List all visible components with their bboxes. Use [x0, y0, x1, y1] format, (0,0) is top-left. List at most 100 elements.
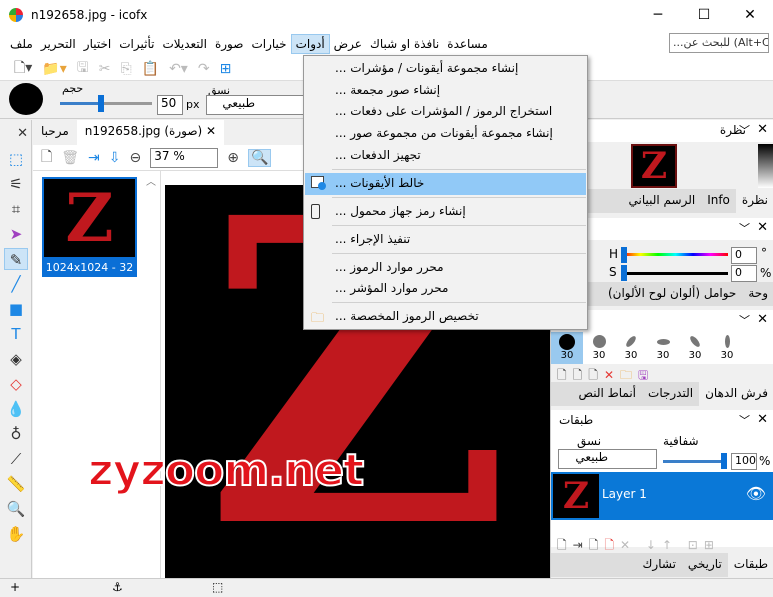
menu-help[interactable]: مساعدة — [443, 35, 492, 53]
eye-icon[interactable]: 👁 — [746, 484, 766, 503]
menu-item-run-action[interactable]: تنفيذ الإجراء ... — [305, 229, 586, 251]
close-icon[interactable]: ✕ — [757, 220, 768, 235]
chevron-down-icon[interactable]: ﹀ — [739, 220, 750, 236]
undo-icon[interactable]: ↶▾ — [169, 61, 188, 77]
hand-icon[interactable]: ✋ — [4, 523, 28, 545]
hue-slider[interactable] — [623, 253, 728, 256]
tab-layers[interactable]: طبقات — [727, 553, 773, 577]
menu-file[interactable]: ملف — [6, 35, 37, 53]
opacity-thumb[interactable] — [721, 453, 727, 469]
menu-item-icon-mixer[interactable]: خالط الأيقونات ... — [305, 173, 586, 195]
menu-window[interactable]: نافذة او شباك — [366, 35, 443, 53]
rectangle-icon[interactable]: ■ — [4, 298, 28, 320]
burn-icon[interactable]: ♁ — [4, 423, 28, 445]
saturation-input[interactable]: 0 — [731, 265, 757, 282]
cut-icon[interactable]: ✂ — [99, 61, 111, 77]
menu-view[interactable]: عرض — [330, 35, 366, 53]
hue-thumb[interactable] — [621, 247, 627, 263]
menu-item-mobile-icon[interactable]: إنشاء رمز جهاز محمول ... — [305, 201, 586, 223]
opacity-input[interactable]: 100 — [731, 453, 757, 470]
magic-wand-icon[interactable]: ⚟ — [4, 173, 28, 195]
hue-input[interactable]: 0 — [731, 247, 757, 264]
tab-gradients[interactable]: التدرجات — [642, 382, 699, 406]
tab-text-styles[interactable]: أنماط النص — [573, 382, 643, 406]
tab-palettes[interactable]: حوامل (ألوان لوح الألوان) — [602, 282, 742, 306]
rect-select-icon[interactable]: ⬚ — [4, 148, 28, 170]
tab-document[interactable]: n192658.jpg (صورة) ✕ — [76, 120, 225, 145]
layer-blend-select[interactable]: طبيعي — [558, 449, 657, 469]
fill-icon[interactable]: ◈ — [4, 348, 28, 370]
save-icon[interactable]: 🖫 — [77, 57, 89, 81]
menu-item-customize-icons[interactable]: 🗀 تخصيص الرموز المخصصة ... — [305, 306, 586, 328]
new-image-icon[interactable]: 🗋 — [41, 146, 52, 170]
tab-histogram[interactable]: الرسم البياني — [622, 189, 701, 213]
tab-brushes[interactable]: فرش الدهان — [699, 382, 773, 406]
add-icon[interactable]: + — [10, 580, 20, 594]
menu-item-create-icon-set[interactable]: إنشاء مجموعة أيقونات / مؤشرات ... — [305, 58, 586, 80]
menu-effects[interactable]: تأثيرات — [115, 35, 158, 53]
brush-item[interactable]: 30 — [711, 332, 743, 364]
move-icon[interactable]: ➤ — [4, 223, 28, 245]
close-button[interactable]: ✕ — [727, 0, 773, 30]
layer-row[interactable]: Z Layer 1 👁 — [551, 472, 773, 520]
scroll-up-icon[interactable]: ︿ — [146, 173, 156, 188]
tab-share[interactable]: تشارك — [637, 553, 682, 577]
brush-item[interactable]: 30 — [583, 332, 615, 364]
thumbnail-image[interactable]: Z — [42, 177, 137, 259]
ruler-icon[interactable]: 📏 — [4, 473, 28, 495]
menu-item-icon-resource-editor[interactable]: محرر موارد الرموز ... — [305, 257, 586, 279]
brush-item[interactable]: 30 — [615, 332, 647, 364]
tab-welcome[interactable]: مرحبا — [33, 120, 77, 145]
menu-tools[interactable]: أدوات — [290, 33, 330, 54]
size-slider[interactable] — [60, 95, 152, 112]
blend-select[interactable]: طبيعي — [206, 95, 306, 115]
close-tab-icon[interactable]: ✕ — [206, 124, 216, 138]
search-input[interactable]: ...للبحث عن (Alt+C — [669, 33, 769, 53]
tab-history[interactable]: تاريخي — [682, 553, 728, 577]
zoom-tool-icon[interactable]: 🔍 — [247, 148, 272, 167]
new-file-icon[interactable]: 🗋▾ — [14, 57, 32, 81]
menu-image[interactable]: صورة — [211, 35, 247, 53]
close-icon[interactable]: ✕ — [757, 122, 768, 137]
delete-image-icon[interactable]: 🗑 — [61, 150, 79, 166]
close-icon[interactable]: ✕ — [757, 412, 768, 427]
slider-thumb[interactable] — [98, 95, 104, 112]
brush-item[interactable]: 30 — [551, 332, 583, 364]
maximize-button[interactable]: ☐ — [681, 0, 727, 30]
zoom-icon[interactable]: 🔍 — [4, 498, 28, 520]
close-toolbox-icon[interactable]: ✕ — [4, 123, 28, 145]
minimize-button[interactable]: ─ — [635, 0, 681, 30]
redo-icon[interactable]: ↷ — [198, 61, 210, 77]
line-icon[interactable]: ╱ — [4, 273, 28, 295]
menu-item-cursor-resource-editor[interactable]: محرر موارد المؤشر ... — [305, 278, 586, 300]
menu-edit[interactable]: التحرير — [37, 35, 80, 53]
opacity-slider[interactable] — [663, 460, 723, 463]
copy-icon[interactable]: ⎘ — [120, 61, 131, 77]
menu-select[interactable]: اختيار — [80, 35, 115, 53]
brush-icon[interactable]: ✎ — [4, 248, 28, 270]
chevron-down-icon[interactable]: ﹀ — [739, 412, 750, 428]
navigator-preview[interactable]: Z — [631, 144, 677, 188]
text-icon[interactable]: T — [4, 323, 28, 345]
menu-options[interactable]: خيارات — [247, 35, 290, 53]
eraser-icon[interactable]: ◇ — [4, 373, 28, 395]
zoom-out-icon[interactable]: ⊖ — [130, 150, 142, 166]
blur-icon[interactable]: 💧 — [4, 398, 28, 420]
open-folder-icon[interactable]: 📁▾ — [42, 61, 66, 77]
tab-navigator[interactable]: نظرة — [735, 189, 773, 213]
chevron-down-icon[interactable]: ﹀ — [739, 122, 750, 138]
menu-item-batch-extract[interactable]: استخراج الرموز / المؤشرات على دفعات ... — [305, 101, 586, 123]
menu-adjustments[interactable]: التعديلات — [158, 35, 211, 53]
saturation-thumb[interactable] — [621, 265, 627, 281]
eyedropper-icon[interactable]: ⟋ — [4, 448, 28, 470]
menu-item-batch-processing[interactable]: تجهيز الدفعات ... — [305, 145, 586, 167]
tab-info[interactable]: Info — [701, 189, 736, 213]
saturation-slider[interactable] — [623, 272, 728, 275]
chevron-down-icon[interactable]: ﹀ — [739, 312, 750, 328]
menu-item-create-combined-images[interactable]: إنشاء صور مجمعة ... — [305, 80, 586, 102]
close-icon[interactable]: ✕ — [757, 312, 768, 327]
size-input[interactable]: 50 — [157, 95, 183, 115]
windows-icon[interactable]: ⊞ — [220, 61, 232, 77]
zoom-select[interactable]: 37 % — [150, 147, 219, 168]
menu-item-icon-set-from-images[interactable]: إنشاء مجموعة أيقونات من مجموعة صور ... — [305, 123, 586, 145]
